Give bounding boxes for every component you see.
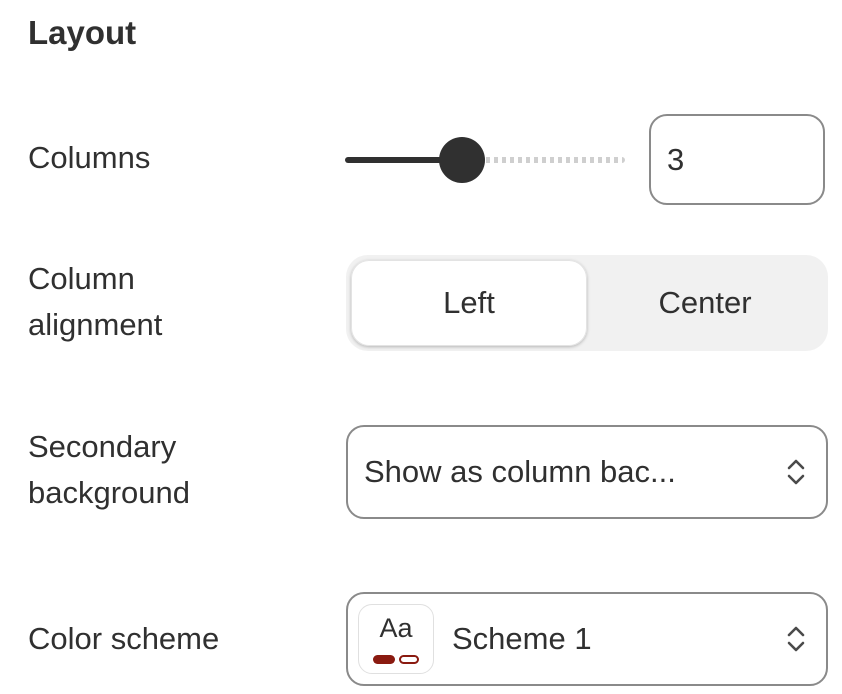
secondary-background-select-value: Show as column bac...	[364, 454, 676, 489]
secondary-background-select[interactable]: Show as column bac...	[346, 425, 828, 519]
swatch-sample-text: Aa	[379, 613, 413, 643]
color-scheme-select[interactable]: Aa Scheme 1	[346, 592, 828, 686]
column-alignment-segmented-control: Left Center	[346, 255, 828, 351]
alignment-option-center[interactable]: Center	[587, 260, 823, 346]
color-scheme-swatch: Aa	[358, 604, 434, 674]
column-alignment-label-line1: Column	[28, 261, 135, 296]
slider-thumb[interactable]	[439, 137, 485, 183]
swatch-primary-color	[373, 655, 395, 664]
column-alignment-label: Column alignment	[28, 256, 162, 348]
secondary-background-label: Secondary background	[28, 424, 190, 516]
slider-track-remaining	[470, 157, 625, 163]
secondary-background-label-line2: background	[28, 475, 191, 510]
swatch-background-color	[399, 655, 419, 664]
columns-number-input[interactable]	[649, 114, 825, 205]
columns-label: Columns	[28, 140, 151, 175]
alignment-option-left[interactable]: Left	[351, 260, 587, 346]
chevron-up-down-icon	[787, 459, 805, 485]
chevron-up-down-icon	[787, 626, 805, 652]
color-scheme-label: Color scheme	[28, 621, 220, 656]
column-alignment-label-line2: alignment	[28, 307, 163, 342]
secondary-background-label-line1: Secondary	[28, 429, 177, 464]
color-scheme-select-value: Scheme 1	[452, 621, 592, 656]
columns-slider[interactable]	[345, 130, 625, 190]
layout-section-title: Layout	[28, 14, 137, 51]
